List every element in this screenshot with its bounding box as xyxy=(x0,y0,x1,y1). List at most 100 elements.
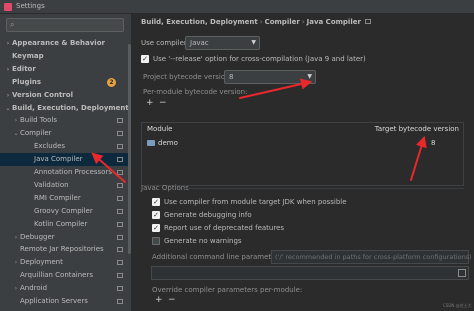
chevron-right-icon[interactable]: › xyxy=(4,63,12,76)
sidebar-item-plugins[interactable]: Plugins 2 xyxy=(0,76,131,89)
no-warnings-checkbox[interactable]: Generate no warnings xyxy=(152,236,242,247)
breadcrumb-item[interactable]: Build, Execution, Deployment xyxy=(141,18,258,26)
project-scope-icon xyxy=(117,157,123,163)
breadcrumb: Build, Execution, Deployment › Compiler › Ja… xyxy=(141,18,371,26)
sidebar-item-label: Debugger xyxy=(20,232,55,241)
module-bytecode-table: Module Target bytecode version demo 8 xyxy=(141,122,464,186)
target-version-cell[interactable]: 8 xyxy=(431,137,435,150)
sidebar-item-label: Plugins xyxy=(12,77,42,86)
target-jdk-label: Use compiler from module target JDK when… xyxy=(164,198,347,206)
search-icon: ⌕ xyxy=(10,20,15,29)
remove-override-button[interactable]: − xyxy=(168,295,176,305)
settings-sidebar: ⌕ › Appearance & Behavior Keymap › Editor Plu… xyxy=(0,14,131,311)
sidebar-item-annotation-processors[interactable]: Annotation Processors xyxy=(0,166,131,179)
module-name-cell: demo xyxy=(158,139,178,147)
use-compiler-label: Use compiler: xyxy=(141,39,190,47)
project-scope-icon xyxy=(117,247,123,253)
sidebar-item-remote-jar-repositories[interactable]: Remote Jar Repositories xyxy=(0,243,131,256)
watermark: CSDN @芝士大 xyxy=(443,303,472,308)
sidebar-item-label: Java Compiler xyxy=(34,155,83,164)
project-scope-icon xyxy=(117,182,123,188)
module-column-header[interactable]: Module xyxy=(147,125,172,133)
bytecode-version-select[interactable]: 8 ▼ xyxy=(224,70,316,84)
sidebar-item-appearance-behavior[interactable]: › Appearance & Behavior xyxy=(0,37,131,50)
additional-params-input[interactable]: ('/' recommended in paths for cross-plat… xyxy=(271,250,472,264)
project-scope-icon xyxy=(117,286,123,292)
sidebar-item-build-execution-deployment[interactable]: ⌄Build, Execution, Deployment xyxy=(0,102,131,115)
chevron-right-icon[interactable]: › xyxy=(12,231,20,244)
remove-module-button[interactable]: − xyxy=(159,98,167,108)
release-option-checkbox[interactable]: ✓ Use '--release' option for cross-compil… xyxy=(141,54,366,65)
sidebar-item-label: Build, Execution, Deployment xyxy=(12,103,129,112)
javac-options-heading: Javac Options xyxy=(141,184,189,192)
sidebar-item-label: Kotlin Compiler xyxy=(34,219,88,228)
target-column-header[interactable]: Target bytecode version xyxy=(375,125,459,133)
project-scope-icon xyxy=(117,273,123,279)
sidebar-item-rmi-compiler[interactable]: RMI Compiler xyxy=(0,192,131,205)
project-scope-icon xyxy=(117,170,123,175)
release-option-label: Use '--release' option for cross-compila… xyxy=(153,55,366,63)
project-scope-icon xyxy=(117,144,123,150)
checkbox-checked-icon: ✓ xyxy=(152,211,160,219)
chevron-right-icon[interactable]: › xyxy=(12,114,20,127)
sidebar-item-label: Validation xyxy=(34,180,69,189)
use-compiler-value: Javac xyxy=(190,39,209,47)
sidebar-item-groovy-compiler[interactable]: Groovy Compiler xyxy=(0,205,131,218)
sidebar-item-deployment[interactable]: › Deployment xyxy=(0,256,131,269)
sidebar-item-label: Compiler xyxy=(20,129,52,138)
app-icon xyxy=(4,3,12,11)
checkbox-unchecked-icon xyxy=(152,237,160,245)
chevron-right-icon[interactable]: › xyxy=(4,89,12,102)
additional-params-field[interactable] xyxy=(151,266,469,280)
debug-info-label: Generate debugging info xyxy=(164,211,252,219)
add-override-button[interactable]: + xyxy=(155,295,163,305)
checkbox-checked-icon: ✓ xyxy=(152,198,160,206)
sidebar-item-validation[interactable]: Validation xyxy=(0,179,131,192)
chevron-right-icon[interactable]: › xyxy=(12,282,20,295)
chevron-down-icon[interactable]: ⌄ xyxy=(4,102,12,115)
breadcrumb-item: Java Compiler xyxy=(306,18,361,26)
chevron-right-icon[interactable]: › xyxy=(12,256,20,269)
no-warnings-label: Generate no warnings xyxy=(164,237,242,245)
sidebar-item-keymap[interactable]: Keymap xyxy=(0,50,131,63)
sidebar-item-label: Annotation Processors xyxy=(34,168,112,176)
deprecated-features-checkbox[interactable]: ✓ Report use of deprecated features xyxy=(152,223,284,234)
target-jdk-checkbox[interactable]: ✓ Use compiler from module target JDK whe… xyxy=(152,197,347,208)
sidebar-item-label: Appearance & Behavior xyxy=(12,39,105,47)
project-scope-icon xyxy=(117,260,123,266)
sidebar-item-kotlin-compiler[interactable]: Kotlin Compiler xyxy=(0,218,131,231)
sidebar-item-label: Version Control xyxy=(12,90,73,99)
sidebar-item-label: Build Tools xyxy=(20,116,58,125)
sidebar-item-build-tools[interactable]: › Build Tools xyxy=(0,114,131,127)
use-compiler-select[interactable]: Javac ▼ xyxy=(185,36,260,50)
chevron-down-icon[interactable]: ⌄ xyxy=(12,127,20,140)
sidebar-item-label: Groovy Compiler xyxy=(34,206,93,215)
add-module-button[interactable]: + xyxy=(146,98,154,108)
table-row[interactable]: demo 8 xyxy=(142,137,463,150)
sidebar-item-label: Arquillian Containers xyxy=(20,271,94,280)
search-input[interactable]: ⌕ xyxy=(6,18,124,32)
expand-icon[interactable] xyxy=(458,269,466,277)
checkbox-checked-icon: ✓ xyxy=(141,55,149,63)
breadcrumb-item[interactable]: Compiler xyxy=(265,18,300,26)
additional-params-label: Additional command line parameters: xyxy=(152,253,285,261)
chevron-right-icon[interactable]: › xyxy=(4,37,12,50)
bytecode-version-label: Project bytecode version: xyxy=(143,73,232,81)
sidebar-item-debugger[interactable]: › Debugger xyxy=(0,231,131,244)
sidebar-item-excludes[interactable]: Excludes xyxy=(0,140,131,153)
sidebar-item-version-control[interactable]: › Version Control xyxy=(0,89,131,102)
deprecated-features-label: Report use of deprecated features xyxy=(164,224,285,232)
sidebar-item-arquillian-containers[interactable]: Arquillian Containers xyxy=(0,269,131,282)
sidebar-item-compiler[interactable]: ⌄Compiler xyxy=(0,127,131,140)
project-scope-icon xyxy=(117,221,123,227)
chevron-down-icon: ▼ xyxy=(251,39,256,46)
sidebar-item-label: Application Servers xyxy=(20,297,88,305)
project-scope-icon xyxy=(117,131,123,137)
sidebar-item-application-servers[interactable]: Application Servers xyxy=(0,295,131,308)
project-scope-icon xyxy=(117,195,123,201)
sidebar-item-android[interactable]: › Android xyxy=(0,282,131,295)
debug-info-checkbox[interactable]: ✓ Generate debugging info xyxy=(152,210,252,221)
sidebar-item-editor[interactable]: › Editor xyxy=(0,63,131,76)
main-panel: Build, Execution, Deployment › Compiler › Ja… xyxy=(131,14,474,311)
sidebar-item-java-compiler[interactable]: Java Compiler xyxy=(0,153,131,167)
